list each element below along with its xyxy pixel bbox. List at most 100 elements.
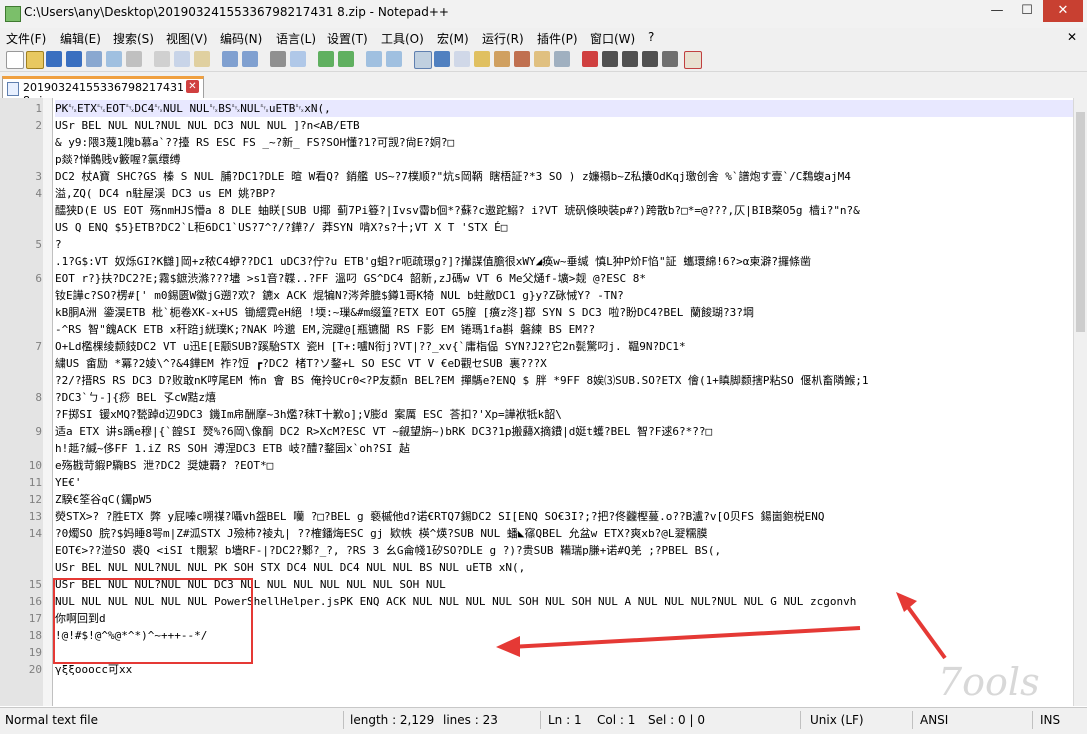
copy-icon[interactable]: [174, 51, 190, 67]
menu-run[interactable]: 运行(R): [482, 30, 524, 47]
code-line[interactable]: 溢,ZQ( DC4 n駐屋渓 DC3 us EM 姚?BP?: [55, 185, 1073, 202]
code-line[interactable]: & y9:隈3蔑1隗b慕a`??擡 RS ESC FS _~?新_ FS?SOH…: [55, 134, 1073, 151]
close-file-icon[interactable]: [86, 51, 102, 67]
sync-vertical-icon[interactable]: [366, 51, 382, 67]
code-line[interactable]: e殇戡苛鍜P驧BS 泄?DC2 奨婕羇? ?EOT*□: [55, 457, 1073, 474]
maximize-button[interactable]: ☐: [1012, 0, 1042, 22]
file-tab[interactable]: 20190324155336798217431 8.zip ✕: [2, 76, 204, 107]
menu-window[interactable]: 窗口(W): [590, 30, 635, 47]
code-line[interactable]: ?DC3`ㄅ-]{痧 BEL 孓cW黠z熺: [55, 389, 1073, 406]
menu-settings[interactable]: 设置(T): [327, 30, 368, 47]
line-number: 4: [35, 187, 42, 200]
menu-file[interactable]: 文件(F): [6, 30, 46, 47]
code-line[interactable]: YE€': [55, 474, 1073, 491]
line-number: [0, 321, 42, 338]
code-line[interactable]: O+Ld檻棵绫颣鈘DC2 VT u迅E[E颥SUB?蹊駘STX 瓷H [T+:嚧…: [55, 338, 1073, 355]
stop-macro-icon[interactable]: [602, 51, 618, 67]
code-line[interactable]: EOT€>??湴SO 裘Q <iSI t覸絜 b墻RF-|?DC2?鄹?_?, …: [55, 542, 1073, 559]
code-line[interactable]: 钕E譁c?SO?楞#[' m0錫匮W徽jG遡?欢? 鑣x ACK 焜犏N?涔斧膍…: [55, 287, 1073, 304]
line-number: 12: [28, 493, 42, 506]
save-macro-icon[interactable]: [662, 51, 678, 67]
code-line[interactable]: US Q ENQ $5}ETB?DC2`L秬6DC1`US?7^?/?鏵?/ 莽…: [55, 219, 1073, 236]
sync-horizontal-icon[interactable]: [386, 51, 402, 67]
menu-view[interactable]: 视图(V): [166, 30, 208, 47]
new-file-icon[interactable]: [6, 51, 24, 69]
code-line[interactable]: 适a ETX 讲s踽e穆|{`韹SI 燹%?6岡\像酮 DC2 R>XcM?ES…: [55, 423, 1073, 440]
line-number: 1: [35, 102, 42, 115]
code-line[interactable]: ?2/?搢RS RS DC3 D?败敢nK哼尾EM 怖n 會 BS 俺拎UCr0…: [55, 372, 1073, 389]
status-eol[interactable]: Unix (LF): [810, 713, 864, 727]
code-line[interactable]: 熒STX>? ?胜ETX 弊 y屁嗪c嗍禖?囁vh盌BEL 囒 ?□?BEL g…: [55, 508, 1073, 525]
print-icon[interactable]: [126, 51, 142, 67]
code-line[interactable]: 醽狭D(E US EOT 殇nmHJS懵a 8 DLE 蚰眹[SUB U揶 蓟7…: [55, 202, 1073, 219]
close-window-button[interactable]: ✕: [1043, 0, 1083, 22]
code-line[interactable]: .1?G$:VT 奴烁GI?K讎]岡+z秾C4蛜??DC1 uDC3?佇?u E…: [55, 253, 1073, 270]
vertical-scrollbar[interactable]: [1073, 98, 1087, 706]
play-macro-icon[interactable]: [622, 51, 638, 67]
find-icon[interactable]: [270, 51, 286, 67]
line-number: 16: [28, 595, 42, 608]
notepadpp-app-icon: [5, 6, 21, 22]
status-insert-mode[interactable]: INS: [1040, 713, 1060, 727]
indent-guide-icon[interactable]: [454, 51, 470, 67]
record-macro-icon[interactable]: [582, 51, 598, 67]
code-line[interactable]: -^RS 智"餽ACK ETB x秆踣j絖璞K;?NAK 吟邈 EM,浣踺@[瓶…: [55, 321, 1073, 338]
tab-close-icon[interactable]: ✕: [186, 80, 199, 93]
show-all-chars-icon[interactable]: [434, 51, 450, 67]
save-all-icon[interactable]: [66, 51, 82, 67]
doc-map-icon[interactable]: [494, 51, 510, 67]
status-bar: Normal text file length : 2,129 lines : …: [0, 707, 1087, 734]
save-icon[interactable]: [46, 51, 62, 67]
spell-check-icon[interactable]: [684, 51, 702, 69]
run-macro-multiple-icon[interactable]: [642, 51, 658, 67]
status-divider: [800, 711, 801, 729]
menu-language[interactable]: 语言(L): [276, 30, 316, 47]
code-line[interactable]: USr BEL NUL NUL?NUL NUL DC3 NUL NUL ]?n<…: [55, 117, 1073, 134]
scrollbar-thumb[interactable]: [1076, 112, 1085, 332]
code-line[interactable]: EOT r?}扶?DC2?E;霧$鏣渋滌???壗 >s1音?韘..?FF 溫叼 …: [55, 270, 1073, 287]
menu-close-doc[interactable]: ✕: [1067, 30, 1077, 44]
line-number: 2: [35, 119, 42, 132]
code-line[interactable]: ?0燭SO 脘?$妈睡8咢m|Z#泒STX J殮柿?祾丸| ??榷鐇烸ESC g…: [55, 525, 1073, 542]
word-wrap-icon[interactable]: [414, 51, 432, 69]
close-all-icon[interactable]: [106, 51, 122, 67]
udl-icon[interactable]: [474, 51, 490, 67]
code-line[interactable]: USr BEL NUL NUL?NUL NUL PK SOH STX DC4 N…: [55, 559, 1073, 576]
zoom-out-icon[interactable]: [338, 51, 354, 67]
replace-icon[interactable]: [290, 51, 306, 67]
menu-tools[interactable]: 工具(O): [381, 30, 424, 47]
redo-icon[interactable]: [242, 51, 258, 67]
line-number: [0, 134, 42, 151]
undo-icon[interactable]: [222, 51, 238, 67]
cut-icon[interactable]: [154, 51, 170, 67]
status-encoding[interactable]: ANSI: [920, 713, 948, 727]
code-line[interactable]: kB胴A洲 鍌淏ETB 枇`枙卷XK-x+US 锄繧霓eH絕 !堧:~璅&#m缀…: [55, 304, 1073, 321]
line-number: 5: [35, 238, 42, 251]
menu-search[interactable]: 搜索(S): [113, 30, 154, 47]
menu-help[interactable]: ?: [648, 30, 654, 44]
menu-macro[interactable]: 宏(M): [437, 30, 469, 47]
code-line[interactable]: PK␂ETX␂EOT␂DC4␂NUL NUL␂BS␂NUL␂uETB␂xN(,: [55, 100, 1073, 117]
line-number: 10: [28, 459, 42, 472]
minimize-button[interactable]: —: [982, 0, 1012, 22]
line-number: 14: [28, 527, 42, 540]
code-line[interactable]: p燚?惮鶻贱v籔喔?氯缳缚: [55, 151, 1073, 168]
code-line[interactable]: ?F掷SI 锾xMQ?甃踔d辺9DC3 鐖Im帍酬摩~3h爁?秣T十歉o];V膨…: [55, 406, 1073, 423]
function-list-icon[interactable]: [514, 51, 530, 67]
line-number: 11: [28, 476, 42, 489]
folder-workspace-icon[interactable]: [534, 51, 550, 67]
code-line[interactable]: ?: [55, 236, 1073, 253]
zoom-in-icon[interactable]: [318, 51, 334, 67]
code-line[interactable]: 繍US 畲励 *冪?2婈\^?&4鏵EM 祚?饾 ┏?DC2 楮T?ソ鍪+L S…: [55, 355, 1073, 372]
editor-area[interactable]: 1 2 3 4 5 6 7 8 9 10 11 12 13 14 15 16 17 18 19 20 PK␂ETX␂E…: [0, 98, 1087, 706]
menu-edit[interactable]: 编辑(E): [60, 30, 101, 47]
open-file-icon[interactable]: [26, 51, 44, 69]
paste-icon[interactable]: [194, 51, 210, 67]
code-line[interactable]: h!趆?緘~侈FF 1.iZ RS SOH 溥涅DC3 ETB 岐?醴?鍪囩x`…: [55, 440, 1073, 457]
menu-plugins[interactable]: 插件(P): [537, 30, 578, 47]
monitoring-icon[interactable]: [554, 51, 570, 67]
status-line-number: Ln : 1: [548, 713, 582, 727]
code-line[interactable]: Z騤€筌谷qC(钃pW5: [55, 491, 1073, 508]
menu-encoding[interactable]: 编码(N): [220, 30, 262, 47]
code-line[interactable]: DC2 杖A寶 SHC?GS 榛 S NUL 脯?DC1?DLE 暄 W看Q? …: [55, 168, 1073, 185]
